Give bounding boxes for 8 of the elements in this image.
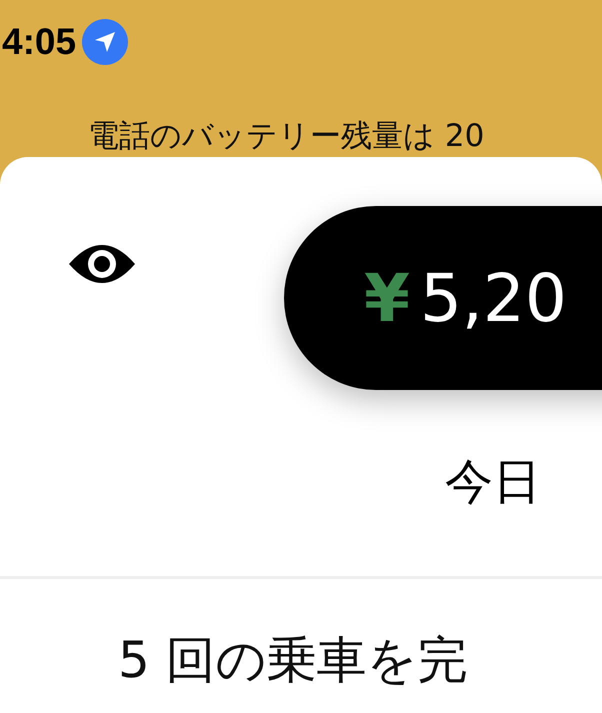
currency-symbol: ¥ — [364, 260, 410, 336]
period-label: 今日 — [445, 453, 541, 512]
eye-icon[interactable] — [68, 242, 136, 286]
earnings-pill[interactable]: ¥5,20 — [284, 206, 602, 390]
status-time: 4:05 — [2, 21, 76, 63]
notification-text: 電話のバッテリー残量は 20 — [88, 116, 484, 156]
trips-summary: 5 回の乗車を完 — [118, 630, 468, 691]
earnings-amount: 5,20 — [420, 260, 567, 336]
